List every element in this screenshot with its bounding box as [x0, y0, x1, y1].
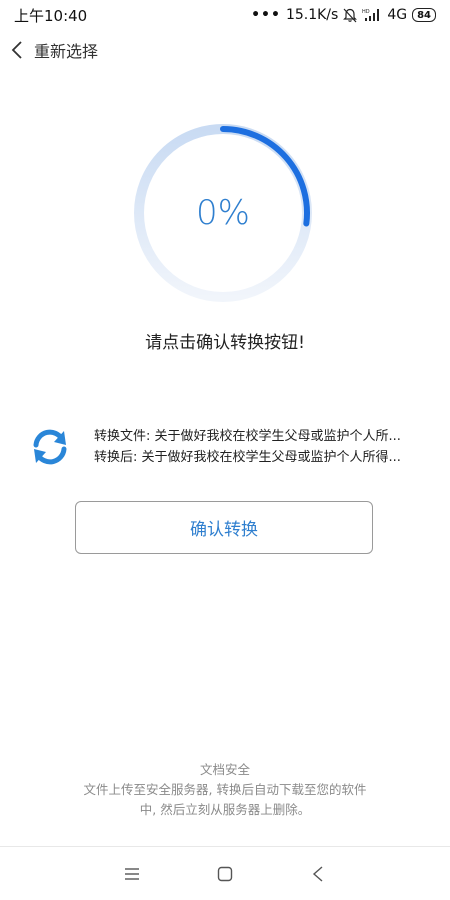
- conversion-progress: 0%: [128, 118, 318, 308]
- security-note: 文档安全 文件上传至安全服务器, 转换后自动下载至您的软件 中, 然后立刻从服务…: [0, 760, 450, 820]
- square-home-icon[interactable]: [214, 863, 236, 885]
- target-file-line: 转换后: 关于做好我校在校学生父母或监护个人所得...: [94, 450, 401, 465]
- conversion-info: 转换文件: 关于做好我校在校学生父母或监护个人所... 转换后: 关于做好我校在…: [28, 424, 428, 470]
- status-indicators: ••• 15.1K/s HD 4G 84: [251, 7, 436, 23]
- network-speed: 15.1K/s: [285, 7, 339, 23]
- refresh-arrows-icon: [28, 425, 72, 469]
- signal-icon: HD: [362, 8, 382, 22]
- battery-icon: 84: [412, 8, 436, 22]
- confirm-convert-button[interactable]: 确认转换: [75, 501, 373, 554]
- source-file-line: 转换文件: 关于做好我校在校学生父母或监护个人所...: [94, 429, 401, 444]
- status-time: 上午10:40: [14, 6, 88, 25]
- conversion-text: 转换文件: 关于做好我校在校学生父母或监护个人所... 转换后: 关于做好我校在…: [94, 426, 412, 468]
- header-title[interactable]: 重新选择: [34, 38, 98, 62]
- battery-level: 84: [417, 9, 431, 21]
- hd-label: HD: [362, 9, 370, 15]
- bell-muted-icon: [343, 8, 358, 23]
- reselect-button[interactable]: 重新选择: [0, 34, 450, 66]
- system-nav-bar: [0, 846, 450, 900]
- network-type: 4G: [387, 7, 408, 23]
- progress-percent: 0%: [196, 193, 250, 233]
- triangle-back-icon[interactable]: [307, 863, 329, 885]
- chevron-left-icon[interactable]: [10, 40, 30, 60]
- security-note-line2: 中, 然后立刻从服务器上删除。: [139, 802, 311, 817]
- status-bar: 上午10:40 ••• 15.1K/s HD 4G 84: [0, 0, 450, 30]
- menu-icon[interactable]: [121, 863, 143, 885]
- security-note-line1: 文件上传至安全服务器, 转换后自动下载至您的软件: [83, 782, 367, 797]
- security-note-title: 文档安全: [199, 762, 250, 777]
- confirm-prompt: 请点击确认转换按钮!: [145, 333, 305, 353]
- status-dots: •••: [251, 7, 281, 23]
